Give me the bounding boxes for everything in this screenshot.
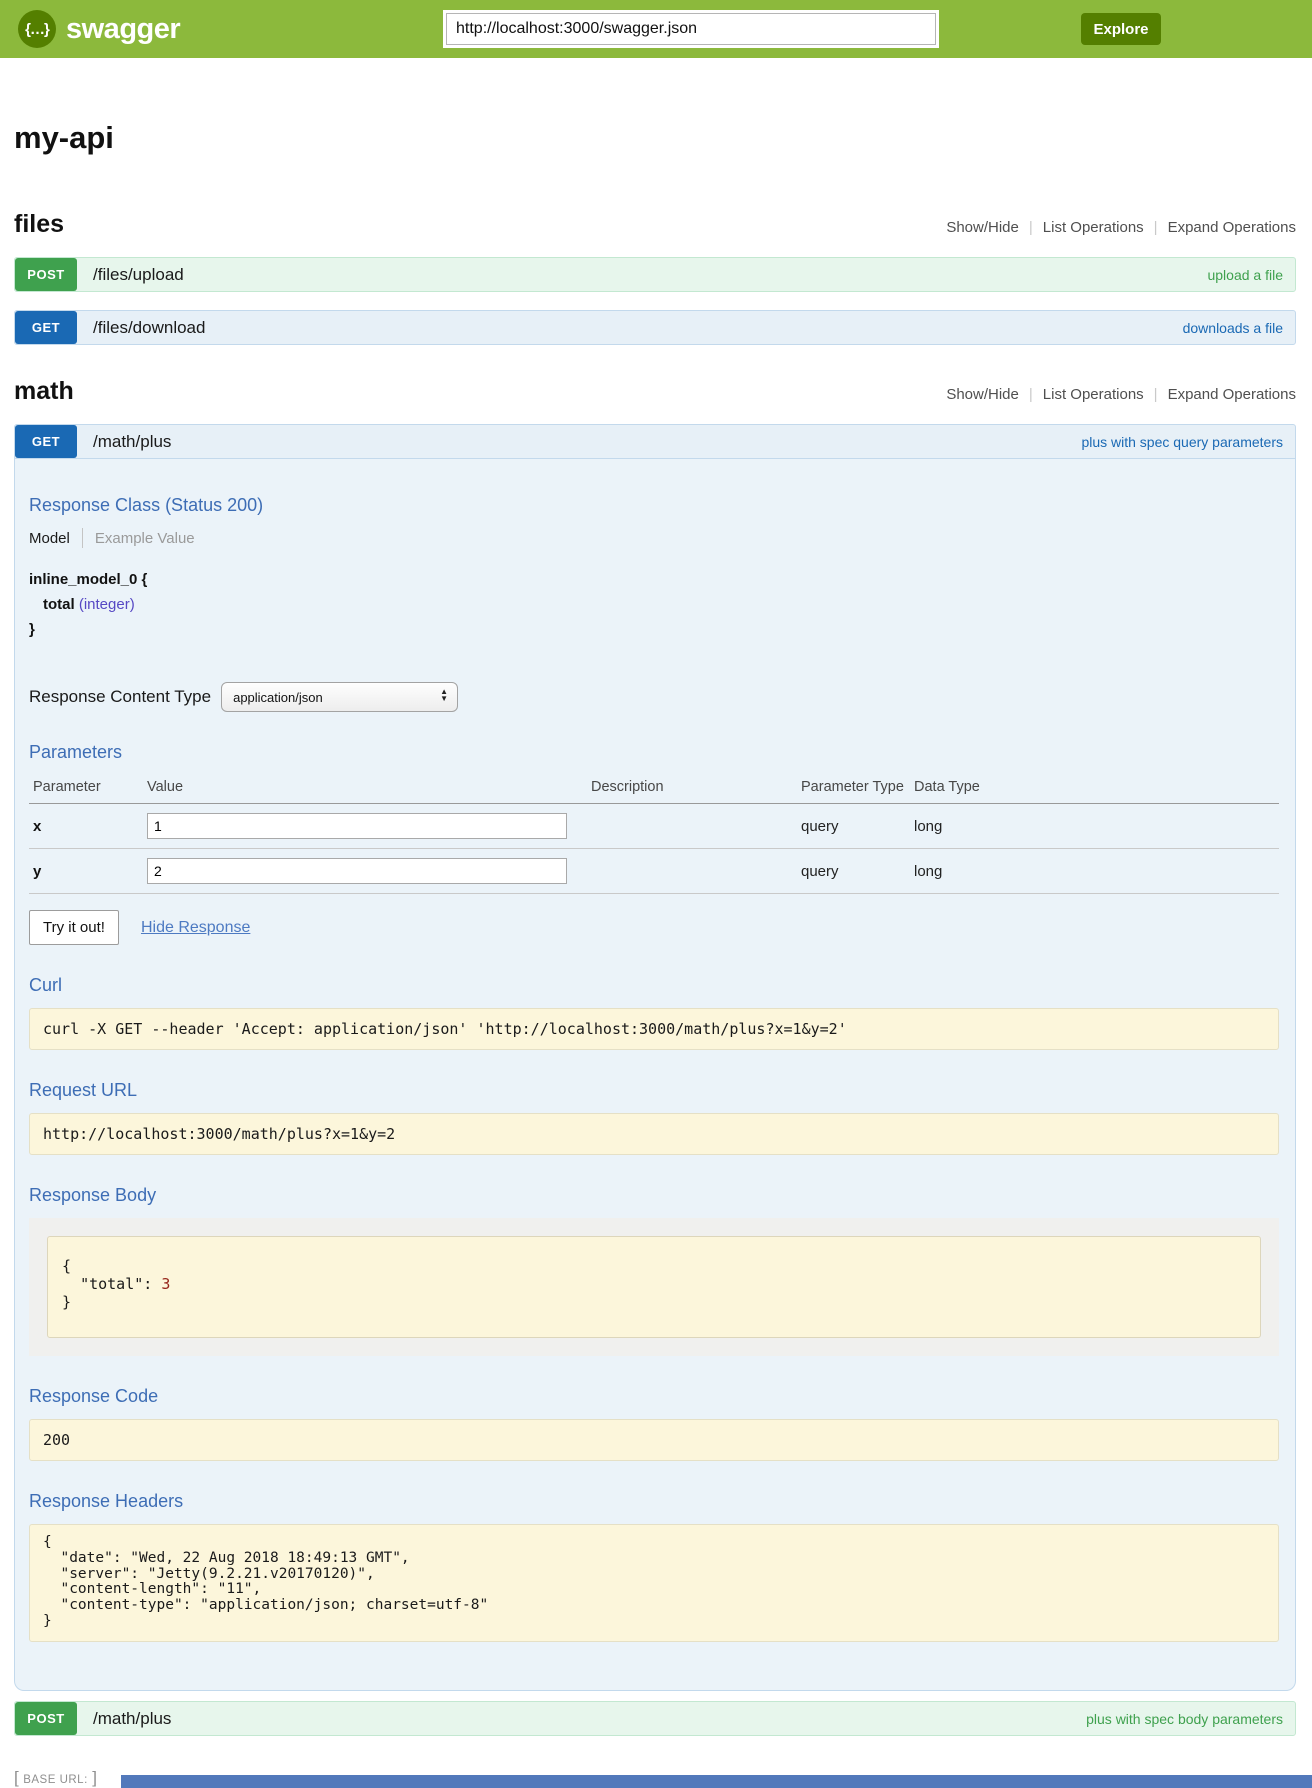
response-content-type-row: Response Content Type application/json ▲… bbox=[29, 682, 1279, 712]
operation-row-get-files-download[interactable]: GET /files/download downloads a file bbox=[14, 310, 1296, 345]
json-text: } bbox=[62, 1293, 71, 1311]
operation-row-post-files-upload[interactable]: POST /files/upload upload a file bbox=[14, 257, 1296, 292]
parameter-description bbox=[587, 849, 797, 894]
model-property-line: total (integer) bbox=[29, 593, 1279, 618]
parameter-row-x: x query long bbox=[29, 804, 1279, 849]
parameters-header-row: Parameter Value Description Parameter Ty… bbox=[29, 773, 1279, 804]
response-class-heading: Response Class (Status 200) bbox=[29, 495, 1279, 516]
curl-command: curl -X GET --header 'Accept: applicatio… bbox=[29, 1008, 1279, 1050]
operation-path[interactable]: /math/plus bbox=[93, 1709, 171, 1729]
brand-title: swagger bbox=[66, 13, 180, 46]
header-bar: {…} swagger Explore bbox=[0, 0, 1312, 58]
parameter-name: x bbox=[29, 804, 143, 849]
col-header-parameter: Parameter bbox=[29, 773, 143, 804]
model-open-line: inline_model_0 { bbox=[29, 568, 1279, 593]
response-code-value: 200 bbox=[29, 1419, 1279, 1461]
explore-button[interactable]: Explore bbox=[1081, 13, 1161, 45]
show-hide-link[interactable]: Show/Hide bbox=[946, 219, 1019, 236]
col-header-description: Description bbox=[587, 773, 797, 804]
page-title: my-api bbox=[14, 120, 1296, 156]
operation-detail-panel: Response Class (Status 200) Model Exampl… bbox=[14, 459, 1296, 1691]
content: my-api files Show/Hide | List Operations | E… bbox=[0, 120, 1312, 1788]
request-url-value: http://localhost:3000/math/plus?x=1&y=2 bbox=[29, 1113, 1279, 1155]
bracket-open: [ bbox=[14, 1768, 19, 1787]
col-header-parameter-type: Parameter Type bbox=[797, 773, 910, 804]
section-math-title: math bbox=[14, 377, 74, 406]
section-math-header: math Show/Hide | List Operations | Expand Op… bbox=[14, 377, 1296, 406]
section-files-title: files bbox=[14, 210, 64, 239]
method-badge-post: POST bbox=[15, 1702, 77, 1735]
operation-row-post-math-plus[interactable]: POST /math/plus plus with spec body para… bbox=[14, 1701, 1296, 1736]
try-row: Try it out! Hide Response bbox=[29, 910, 1279, 945]
parameter-data-type: long bbox=[910, 804, 1279, 849]
select-arrows-icon: ▲▼ bbox=[440, 688, 448, 702]
list-operations-link[interactable]: List Operations bbox=[1043, 219, 1144, 236]
hide-response-link[interactable]: Hide Response bbox=[141, 919, 250, 937]
bracket-close: ] bbox=[92, 1768, 97, 1787]
operation-summary[interactable]: upload a file bbox=[1207, 267, 1283, 283]
response-content-type-label: Response Content Type bbox=[29, 687, 211, 707]
json-number-value: 3 bbox=[161, 1275, 170, 1293]
curl-heading: Curl bbox=[29, 975, 1279, 996]
operation-path[interactable]: /files/upload bbox=[93, 265, 184, 285]
method-badge-get: GET bbox=[15, 425, 77, 458]
operation-summary[interactable]: plus with spec body parameters bbox=[1086, 1711, 1283, 1727]
response-body-container: { "total": 3 } bbox=[29, 1218, 1279, 1356]
method-badge-post: POST bbox=[15, 258, 77, 291]
model-close-line: } bbox=[29, 618, 1279, 643]
show-hide-link[interactable]: Show/Hide bbox=[946, 386, 1019, 403]
base-url-label: BASE URL: bbox=[23, 1774, 88, 1786]
parameter-data-type: long bbox=[910, 849, 1279, 894]
parameter-name: y bbox=[29, 849, 143, 894]
response-headers-json: { "date": "Wed, 22 Aug 2018 18:49:13 GMT… bbox=[29, 1524, 1279, 1642]
control-separator: | bbox=[1154, 219, 1158, 236]
expand-operations-link[interactable]: Expand Operations bbox=[1168, 386, 1296, 403]
col-header-data-type: Data Type bbox=[910, 773, 1279, 804]
parameter-description bbox=[587, 804, 797, 849]
control-separator: | bbox=[1154, 386, 1158, 403]
section-files-controls: Show/Hide | List Operations | Expand Operati… bbox=[946, 219, 1296, 236]
tab-divider bbox=[82, 528, 83, 548]
operation-path[interactable]: /math/plus bbox=[93, 432, 171, 452]
response-content-type-select[interactable]: application/json ▲▼ bbox=[221, 682, 458, 712]
response-body-json: { "total": 3 } bbox=[47, 1236, 1261, 1338]
response-headers-heading: Response Headers bbox=[29, 1491, 1279, 1512]
section-math-controls: Show/Hide | List Operations | Expand Operati… bbox=[946, 386, 1296, 403]
parameter-y-input[interactable] bbox=[147, 858, 567, 884]
json-text: { "total": bbox=[62, 1257, 161, 1293]
method-badge-get: GET bbox=[15, 311, 77, 344]
parameters-table: Parameter Value Description Parameter Ty… bbox=[29, 773, 1279, 894]
parameter-row-y: y query long bbox=[29, 849, 1279, 894]
control-separator: | bbox=[1029, 219, 1033, 236]
response-code-heading: Response Code bbox=[29, 1386, 1279, 1407]
list-operations-link[interactable]: List Operations bbox=[1043, 386, 1144, 403]
logo-glyph: {…} bbox=[25, 21, 49, 38]
parameters-heading: Parameters bbox=[29, 742, 1279, 763]
spec-url-input[interactable] bbox=[446, 13, 936, 45]
response-body-heading: Response Body bbox=[29, 1185, 1279, 1206]
property-name: total bbox=[43, 596, 75, 613]
operation-summary[interactable]: downloads a file bbox=[1183, 320, 1283, 336]
parameter-type: query bbox=[797, 849, 910, 894]
col-header-value: Value bbox=[143, 773, 587, 804]
parameter-x-input[interactable] bbox=[147, 813, 567, 839]
expand-operations-link[interactable]: Expand Operations bbox=[1168, 219, 1296, 236]
model-signature: inline_model_0 { total (integer) } bbox=[29, 568, 1279, 642]
tab-model[interactable]: Model bbox=[29, 530, 70, 547]
operation-path[interactable]: /files/download bbox=[93, 318, 205, 338]
selected-content-type: application/json bbox=[233, 690, 323, 705]
request-url-heading: Request URL bbox=[29, 1080, 1279, 1101]
operation-row-get-math-plus[interactable]: GET /math/plus plus with spec query para… bbox=[14, 424, 1296, 459]
property-type: (integer) bbox=[79, 596, 135, 613]
parameter-type: query bbox=[797, 804, 910, 849]
model-tabs: Model Example Value bbox=[29, 528, 1279, 548]
bottom-bar bbox=[121, 1775, 1312, 1788]
tab-example-value[interactable]: Example Value bbox=[95, 530, 195, 547]
section-files-header: files Show/Hide | List Operations | Expand O… bbox=[14, 210, 1296, 239]
operation-summary[interactable]: plus with spec query parameters bbox=[1081, 434, 1283, 450]
swagger-logo-icon: {…} bbox=[18, 10, 56, 48]
try-it-out-button[interactable]: Try it out! bbox=[29, 910, 119, 945]
control-separator: | bbox=[1029, 386, 1033, 403]
